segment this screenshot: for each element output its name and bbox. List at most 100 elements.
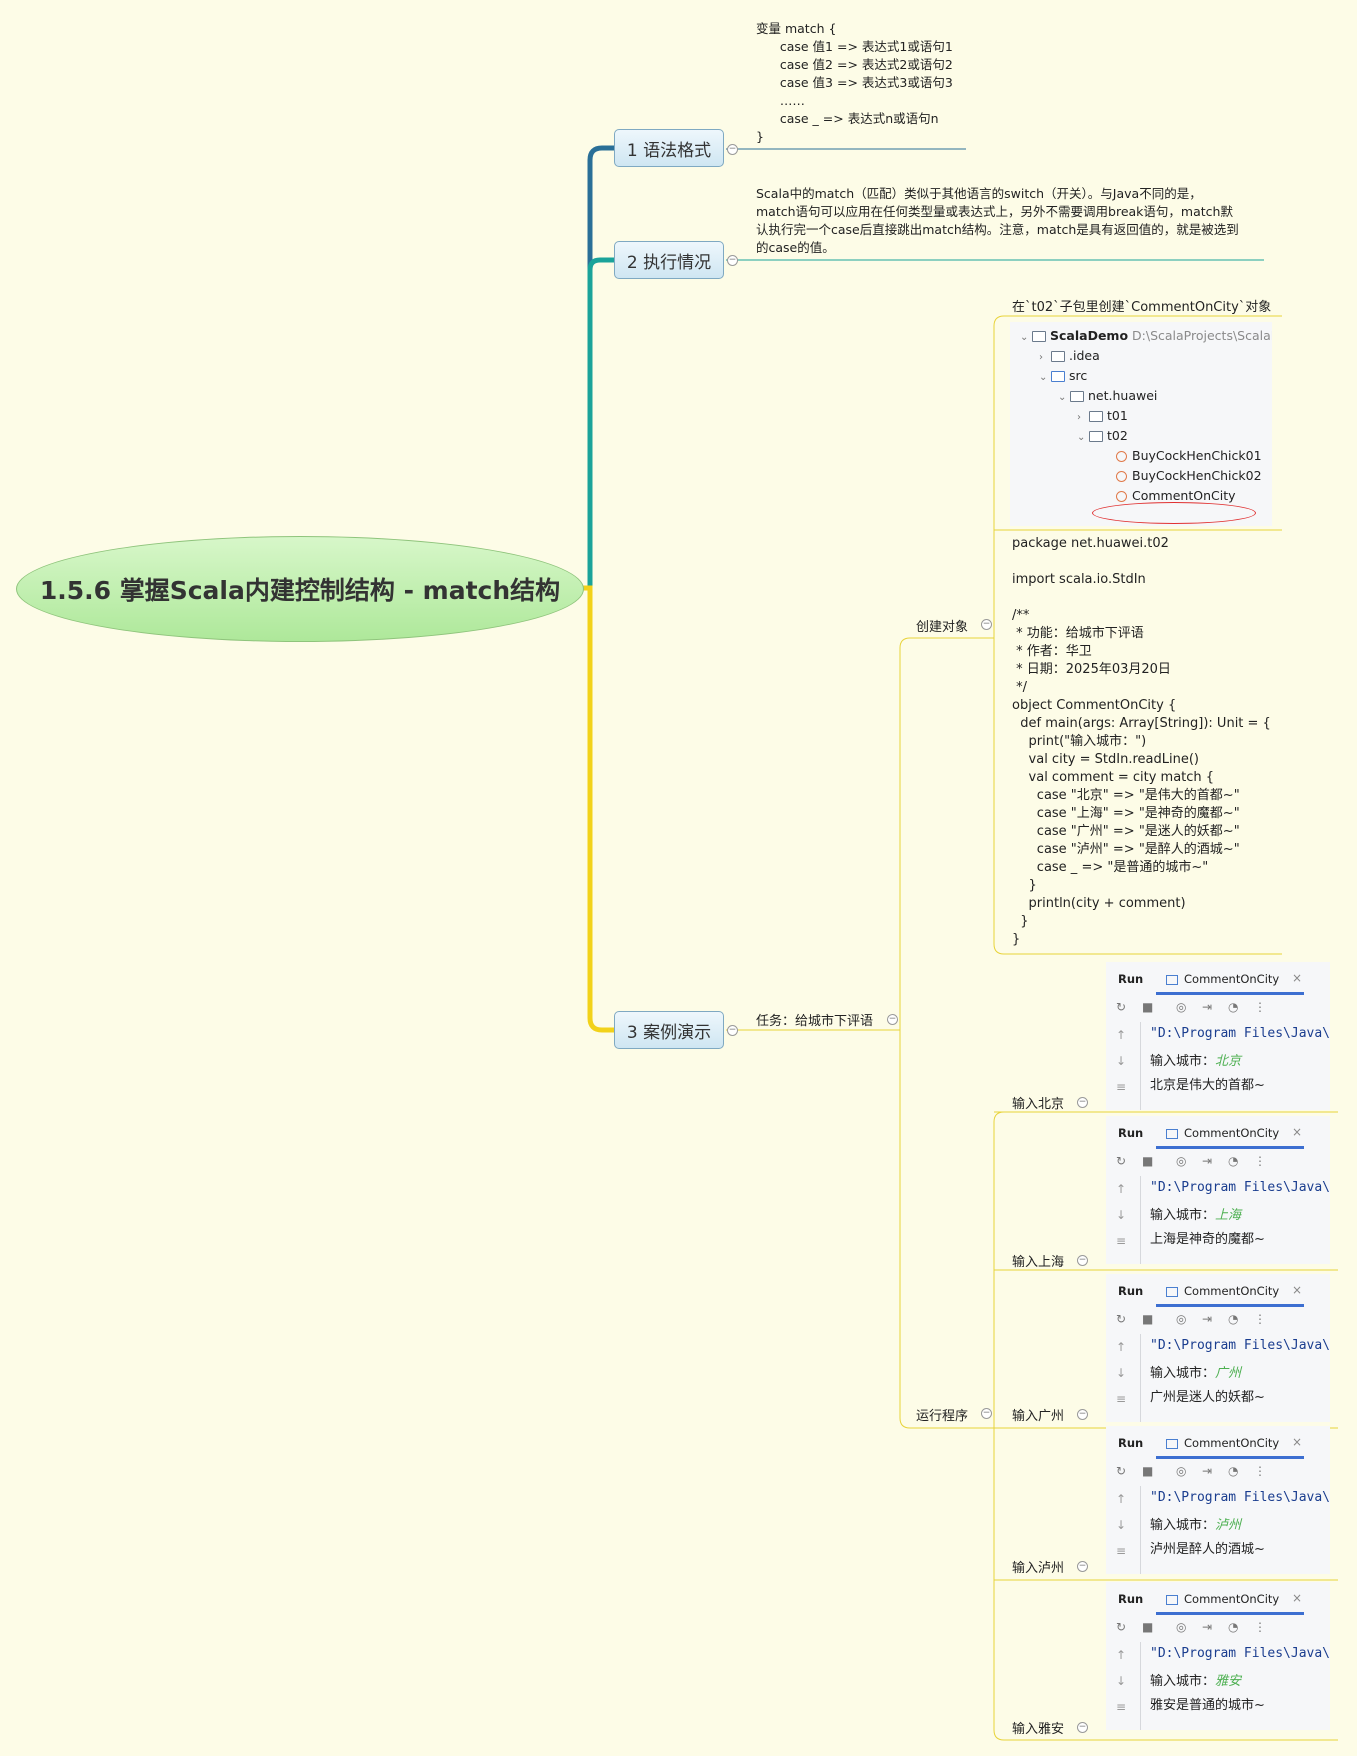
console-icon	[1166, 1438, 1178, 1449]
case-label[interactable]: 输入北京	[1012, 1093, 1064, 1112]
wrap-icon[interactable]: ≡	[1116, 1080, 1126, 1094]
rerun-icon[interactable]: ↻	[1116, 1312, 1126, 1326]
execution-note: Scala中的match（匹配）类似于其他语言的switch（开关）。与Java…	[756, 186, 1239, 255]
gauge-icon[interactable]: ◔	[1228, 1312, 1238, 1326]
collapse-icon[interactable]: −	[1077, 1255, 1088, 1266]
stop-icon[interactable]: ■	[1142, 1312, 1153, 1326]
run-config-tab[interactable]: CommentOnCity	[1166, 1126, 1279, 1140]
tree-item-t01[interactable]: › t01	[1077, 406, 1128, 426]
root-topic[interactable]: 1.5.6 掌握Scala内建控制结构 - match结构	[16, 536, 584, 642]
collapse-icon[interactable]: −	[727, 1025, 738, 1036]
close-icon[interactable]: ×	[1292, 1283, 1302, 1297]
export-icon[interactable]: ⇥	[1202, 1000, 1212, 1014]
close-icon[interactable]: ×	[1292, 971, 1302, 985]
more-icon[interactable]: ⋮	[1254, 1312, 1266, 1326]
tree-item-file[interactable]: BuyCockHenChick02	[1116, 466, 1262, 486]
close-icon[interactable]: ×	[1292, 1435, 1302, 1449]
stop-icon[interactable]: ■	[1142, 1000, 1153, 1014]
gauge-icon[interactable]: ◔	[1228, 1154, 1238, 1168]
stop-icon[interactable]: ■	[1142, 1464, 1153, 1478]
run-config-tab[interactable]: CommentOnCity	[1166, 972, 1279, 986]
more-icon[interactable]: ⋮	[1254, 1464, 1266, 1478]
gauge-icon[interactable]: ◔	[1228, 1000, 1238, 1014]
tree-item-t02[interactable]: ⌄ t02	[1077, 426, 1128, 446]
scala-object-icon	[1116, 471, 1127, 482]
camera-icon[interactable]: ◎	[1176, 1620, 1186, 1634]
gauge-icon[interactable]: ◔	[1228, 1620, 1238, 1634]
case-label[interactable]: 输入上海	[1012, 1251, 1064, 1270]
tree-item-file[interactable]: BuyCockHenChick01	[1116, 446, 1262, 466]
collapse-icon[interactable]: −	[727, 144, 738, 155]
branch-execution[interactable]: 2 执行情况	[614, 241, 724, 279]
arrow-up-icon[interactable]: ↑	[1116, 1182, 1126, 1196]
console-output: 北京是伟大的首都~	[1150, 1078, 1265, 1093]
tree-item-project[interactable]: ⌄ ScalaDemo D:\ScalaProjects\ScalaDemo	[1020, 326, 1272, 346]
camera-icon[interactable]: ◎	[1176, 1000, 1186, 1014]
export-icon[interactable]: ⇥	[1202, 1620, 1212, 1634]
case-label[interactable]: 输入广州	[1012, 1405, 1064, 1424]
rerun-icon[interactable]: ↻	[1116, 1620, 1126, 1634]
highlight-oval	[1092, 502, 1256, 524]
tree-item-src[interactable]: ⌄ src	[1039, 366, 1087, 386]
tree-item-idea[interactable]: › .idea	[1039, 346, 1100, 366]
stop-icon[interactable]: ■	[1142, 1154, 1153, 1168]
create-object-label[interactable]: 创建对象	[916, 616, 968, 635]
close-icon[interactable]: ×	[1292, 1591, 1302, 1605]
arrow-down-icon[interactable]: ↓	[1116, 1674, 1126, 1688]
rerun-icon[interactable]: ↻	[1116, 1000, 1126, 1014]
camera-icon[interactable]: ◎	[1176, 1464, 1186, 1478]
collapse-icon[interactable]: −	[981, 1408, 992, 1419]
run-tab-title[interactable]: Run	[1118, 1436, 1143, 1450]
run-tab-title[interactable]: Run	[1118, 1284, 1143, 1298]
arrow-down-icon[interactable]: ↓	[1116, 1054, 1126, 1068]
export-icon[interactable]: ⇥	[1202, 1154, 1212, 1168]
wrap-icon[interactable]: ≡	[1116, 1700, 1126, 1714]
collapse-icon[interactable]: −	[981, 619, 992, 630]
gauge-icon[interactable]: ◔	[1228, 1464, 1238, 1478]
arrow-up-icon[interactable]: ↑	[1116, 1492, 1126, 1506]
more-icon[interactable]: ⋮	[1254, 1000, 1266, 1014]
more-icon[interactable]: ⋮	[1254, 1154, 1266, 1168]
wrap-icon[interactable]: ≡	[1116, 1234, 1126, 1248]
rerun-icon[interactable]: ↻	[1116, 1464, 1126, 1478]
run-program-label[interactable]: 运行程序	[916, 1405, 968, 1424]
more-icon[interactable]: ⋮	[1254, 1620, 1266, 1634]
branch-demo[interactable]: 3 案例演示	[614, 1011, 724, 1049]
collapse-icon[interactable]: −	[1077, 1409, 1088, 1420]
run-config-tab[interactable]: CommentOnCity	[1166, 1592, 1279, 1606]
arrow-up-icon[interactable]: ↑	[1116, 1028, 1126, 1042]
collapse-icon[interactable]: −	[1077, 1097, 1088, 1108]
case-label[interactable]: 输入泸州	[1012, 1557, 1064, 1576]
arrow-up-icon[interactable]: ↑	[1116, 1340, 1126, 1354]
camera-icon[interactable]: ◎	[1176, 1312, 1186, 1326]
arrow-down-icon[interactable]: ↓	[1116, 1518, 1126, 1532]
arrow-down-icon[interactable]: ↓	[1116, 1208, 1126, 1222]
run-tab-title[interactable]: Run	[1118, 1592, 1143, 1606]
camera-icon[interactable]: ◎	[1176, 1154, 1186, 1168]
tree-item-package[interactable]: ⌄ net.huawei	[1058, 386, 1157, 406]
arrow-down-icon[interactable]: ↓	[1116, 1366, 1126, 1380]
branch-syntax[interactable]: 1 语法格式	[614, 129, 724, 167]
run-config-tab[interactable]: CommentOnCity	[1166, 1436, 1279, 1450]
arrow-up-icon[interactable]: ↑	[1116, 1648, 1126, 1662]
task-label[interactable]: 任务：给城市下评语	[756, 1010, 873, 1029]
case-label[interactable]: 输入雅安	[1012, 1718, 1064, 1737]
run-config-tab[interactable]: CommentOnCity	[1166, 1284, 1279, 1298]
wrap-icon[interactable]: ≡	[1116, 1544, 1126, 1558]
stop-icon[interactable]: ■	[1142, 1620, 1153, 1634]
chevron-right-icon: ›	[1039, 352, 1043, 363]
collapse-icon[interactable]: −	[1077, 1722, 1088, 1733]
export-icon[interactable]: ⇥	[1202, 1464, 1212, 1478]
rerun-icon[interactable]: ↻	[1116, 1154, 1126, 1168]
wrap-icon[interactable]: ≡	[1116, 1392, 1126, 1406]
folder-icon	[1051, 351, 1065, 362]
close-icon[interactable]: ×	[1292, 1125, 1302, 1139]
collapse-icon[interactable]: −	[1077, 1561, 1088, 1572]
collapse-icon[interactable]: −	[727, 255, 738, 266]
collapse-icon[interactable]: −	[887, 1014, 898, 1025]
export-icon[interactable]: ⇥	[1202, 1312, 1212, 1326]
console-command: "D:\Program Files\Java\	[1150, 1338, 1330, 1353]
tree-label: t01	[1107, 408, 1128, 423]
run-tab-title[interactable]: Run	[1118, 1126, 1143, 1140]
run-tab-title[interactable]: Run	[1118, 972, 1143, 986]
